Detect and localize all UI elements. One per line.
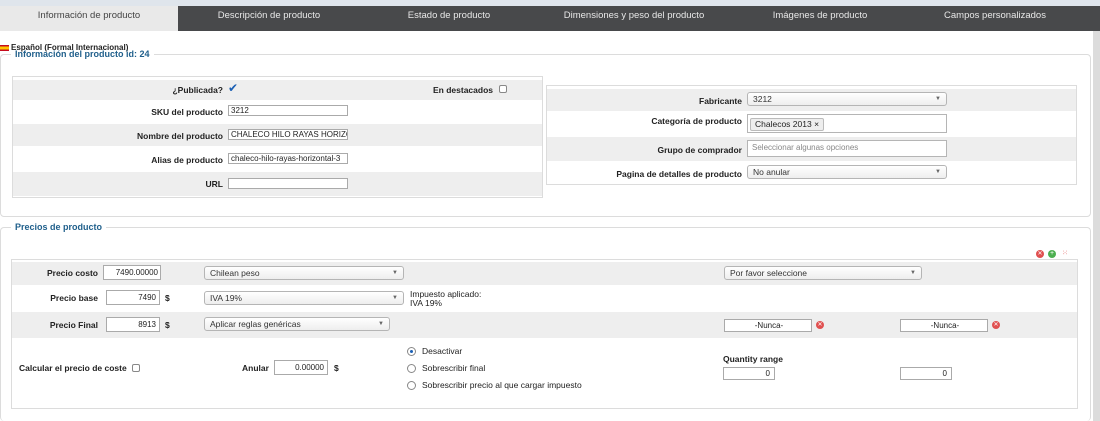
featured-checkbox[interactable]: [499, 85, 507, 93]
page-scrollbar[interactable]: [1093, 31, 1100, 421]
price-rules-value: Aplicar reglas genéricas: [210, 319, 301, 329]
shopper-group-input[interactable]: Seleccionar algunas opciones: [747, 140, 947, 157]
chevron-down-icon: ▼: [935, 96, 941, 102]
final-price-input[interactable]: 8913: [106, 317, 160, 332]
product-info-legend: Información del producto id: 24: [15, 49, 150, 59]
base-price-input[interactable]: 7490: [106, 290, 160, 305]
override-label: Anular: [242, 363, 269, 373]
cost-price-label: Precio costo: [46, 268, 98, 278]
sku-input[interactable]: 3212: [228, 105, 348, 116]
manufacturer-label: Fabricante: [699, 96, 742, 106]
drag-handle-icon[interactable]: ⁙: [1061, 250, 1069, 258]
clear-start-date-icon[interactable]: ✕: [816, 321, 824, 329]
url-label: URL: [205, 179, 223, 189]
shopper-group-price-select[interactable]: Por favor seleccione ▼: [724, 266, 922, 280]
override-currency: $: [334, 363, 339, 373]
tax-value: IVA 19%: [210, 293, 242, 303]
quantity-to-input[interactable]: 0: [900, 367, 952, 380]
tab-product-description[interactable]: Descripción de producto: [178, 6, 360, 31]
add-price-icon[interactable]: +: [1048, 250, 1056, 258]
price-start-date-input[interactable]: -Nunca-: [724, 319, 812, 332]
base-price-label: Precio base: [50, 293, 98, 303]
product-name-label: Nombre del producto: [137, 131, 223, 141]
final-price-currency: $: [165, 320, 170, 330]
cost-price-input[interactable]: 7490.00000: [103, 265, 161, 280]
product-prices-legend: Precios de producto: [15, 222, 103, 232]
radio-overwrite-final-label: Sobrescribir final: [422, 363, 486, 373]
chevron-down-icon: ▼: [392, 295, 398, 301]
tab-product-status[interactable]: Estado de producto: [360, 6, 538, 31]
radio-overwrite-tax[interactable]: [407, 381, 416, 390]
manufacturer-value: 3212: [753, 94, 772, 104]
override-input[interactable]: 0.00000: [274, 360, 328, 375]
published-label: ¿Publicada?: [172, 85, 223, 95]
shopper-group-label: Grupo de comprador: [657, 145, 742, 155]
chevron-down-icon: ▼: [910, 270, 916, 276]
chevron-down-icon: ▼: [392, 270, 398, 276]
radio-deactivate-label: Desactivar: [422, 346, 463, 356]
details-page-value: No anular: [753, 167, 790, 177]
alias-input[interactable]: chaleco-hilo-rayas-horizontal-3: [228, 153, 348, 164]
url-input[interactable]: [228, 178, 348, 189]
radio-deactivate[interactable]: [407, 347, 416, 356]
calculate-cost-label: Calcular el precio de coste: [19, 363, 127, 373]
details-page-select[interactable]: No anular ▼: [747, 165, 947, 179]
chevron-down-icon: ▼: [378, 321, 384, 327]
category-multiselect[interactable]: Chalecos 2013 ×: [747, 114, 947, 133]
quantity-from-input[interactable]: 0: [723, 367, 775, 380]
published-checkbox[interactable]: ✔: [228, 81, 238, 95]
tab-product-info[interactable]: Información de producto: [0, 6, 178, 31]
featured-label: En destacados: [433, 85, 493, 95]
category-tag[interactable]: Chalecos 2013 ×: [750, 118, 825, 131]
base-price-currency: $: [165, 293, 170, 303]
tax-select[interactable]: IVA 19% ▼: [204, 291, 404, 305]
tax-applied-value: IVA 19%: [410, 298, 442, 308]
radio-overwrite-tax-label: Sobrescribir precio al que cargar impues…: [422, 380, 582, 390]
chevron-down-icon: ▼: [935, 169, 941, 175]
sku-label: SKU del producto: [151, 107, 223, 117]
product-info-right-panel: Fabricante 3212 ▼ Categoría de producto C…: [546, 85, 1077, 185]
currency-select[interactable]: Chilean peso ▼: [204, 266, 404, 280]
product-name-input[interactable]: CHALECO HILO RAYAS HORIZONTAL: [228, 129, 348, 140]
shopper-group-price-value: Por favor seleccione: [730, 268, 808, 278]
price-rules-select[interactable]: Aplicar reglas genéricas ▼: [204, 317, 390, 331]
currency-value: Chilean peso: [210, 268, 260, 278]
clear-end-date-icon[interactable]: ✕: [992, 321, 1000, 329]
tab-bar: Información de producto Descripción de p…: [0, 6, 1100, 31]
tab-product-images[interactable]: Imágenes de producto: [730, 6, 910, 31]
final-price-label: Precio Final: [49, 320, 98, 330]
calculate-cost-checkbox[interactable]: [132, 364, 140, 372]
remove-tag-icon[interactable]: ×: [814, 119, 819, 129]
tab-product-dimensions[interactable]: Dimensiones y peso del producto: [538, 6, 730, 31]
manufacturer-select[interactable]: 3212 ▼: [747, 92, 947, 106]
product-info-left-panel: ¿Publicada? ✔ En destacados SKU del prod…: [12, 76, 543, 198]
details-page-label: Pagina de detalles de producto: [616, 169, 742, 179]
price-end-date-input[interactable]: -Nunca-: [900, 319, 988, 332]
alias-label: Alias de producto: [151, 155, 223, 165]
prices-panel: Precio costo 7490.00000 Chilean peso ▼ Po…: [11, 259, 1078, 409]
quantity-range-label: Quantity range: [723, 354, 783, 364]
category-label: Categoría de producto: [651, 116, 742, 126]
remove-price-icon[interactable]: ✕: [1036, 250, 1044, 258]
radio-overwrite-final[interactable]: [407, 364, 416, 373]
tab-custom-fields[interactable]: Campos personalizados: [910, 6, 1080, 31]
category-tag-label: Chalecos 2013: [755, 119, 812, 129]
